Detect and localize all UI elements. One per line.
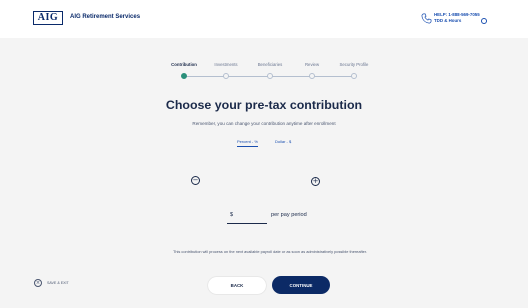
tab-dollar[interactable]: Dollar - $ <box>275 139 291 144</box>
step-dot-security-profile <box>351 73 357 79</box>
help-hours-row: TDD & Hours <box>434 18 488 24</box>
tab-percent[interactable]: Percent - % <box>237 139 258 147</box>
logo-text: AIG <box>37 12 59 23</box>
aig-logo[interactable]: AIG <box>33 11 63 25</box>
continue-button[interactable]: CONTINUE <box>272 276 330 294</box>
help-contact[interactable]: HELP: 1-888-569-7055 TDD & Hours <box>434 12 488 24</box>
save-exit-button[interactable]: × SAVE & EXIT <box>34 279 69 287</box>
help-hours[interactable]: TDD & Hours <box>434 18 461 24</box>
brand-name: AIG Retirement Services <box>70 14 141 20</box>
step-dot-investments <box>223 73 229 79</box>
save-exit-label[interactable]: SAVE & EXIT <box>47 281 69 285</box>
currency-symbol: $ <box>230 212 234 218</box>
minus-circle-icon[interactable]: − <box>191 176 200 185</box>
contribution-amount-input[interactable]: $ <box>227 209 267 224</box>
step-dot-beneficiaries <box>267 73 273 79</box>
top-bar: AIG AIG Retirement Services HELP: 1-888-… <box>0 0 528 38</box>
page-title: Choose your pre-tax contribution <box>165 98 363 112</box>
close-circle-icon[interactable]: × <box>34 279 42 287</box>
step-contribution[interactable]: Contribution <box>171 62 197 67</box>
page-subtitle: Remember, you can change your contributi… <box>192 121 336 126</box>
back-button[interactable]: BACK <box>208 277 266 294</box>
progress-stepper: Contribution Investments Beneficiaries R… <box>162 62 382 82</box>
processing-note: This contribution will process on the ne… <box>173 249 367 254</box>
step-dot-contribution <box>181 73 187 79</box>
contribution-type-tabs: Percent - % Dollar - $ <box>235 139 305 149</box>
plus-circle-icon[interactable]: + <box>311 177 320 186</box>
step-review[interactable]: Review <box>305 62 319 67</box>
step-investments[interactable]: Investments <box>214 62 237 67</box>
phone-icon[interactable] <box>421 13 432 24</box>
step-beneficiaries[interactable]: Beneficiaries <box>258 62 283 67</box>
info-icon[interactable] <box>481 18 488 24</box>
per-pay-period-label: per pay period <box>271 212 307 218</box>
step-security-profile[interactable]: Security Profile <box>340 62 369 67</box>
step-dot-review <box>309 73 315 79</box>
